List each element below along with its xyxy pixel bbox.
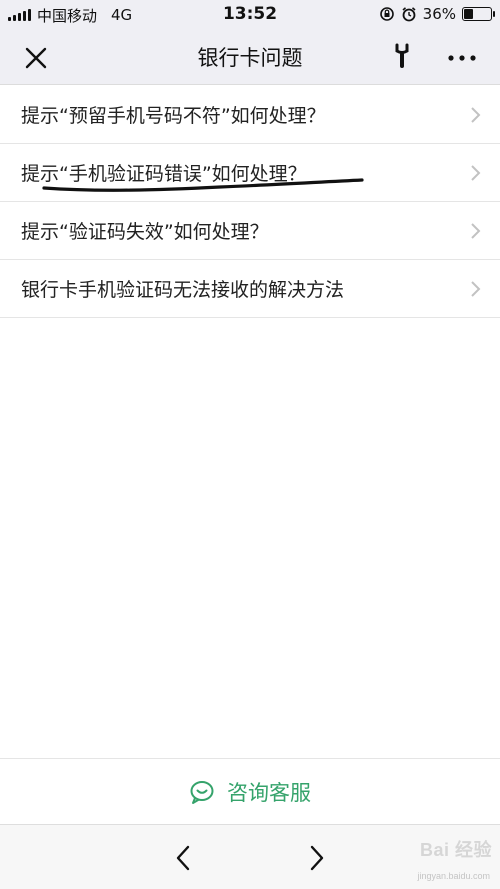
faq-list: 提示“预留手机号码不符”如何处理？ 提示“手机验证码错误”如何处理？ 提示“验证… [0, 86, 500, 318]
nav-bar: 银行卡问题 [0, 30, 500, 85]
chat-bubble-icon [190, 780, 214, 804]
network-type: 4G [111, 6, 133, 24]
watermark-url: jingyan.baidu.com [417, 871, 490, 881]
consult-service-label: 咨询客服 [227, 780, 311, 805]
watermark-logo: Bai 经验 [419, 840, 492, 860]
back-arrow-icon[interactable] [170, 843, 198, 873]
carrier-name: 中国移动 [37, 6, 98, 25]
rotation-lock-icon [379, 7, 394, 21]
list-item-label: 提示“验证码失效”如何处理？ [21, 221, 269, 243]
chevron-right-icon [471, 107, 481, 123]
battery-icon [462, 7, 495, 21]
more-icon[interactable] [442, 42, 482, 74]
list-item[interactable]: 提示“验证码失效”如何处理？ [0, 202, 500, 260]
chevron-right-icon [471, 281, 481, 297]
forward-arrow-icon[interactable] [302, 843, 330, 873]
chevron-right-icon [471, 165, 481, 181]
alarm-icon [402, 7, 416, 22]
battery-percent: 36% [422, 5, 456, 23]
chevron-right-icon [471, 223, 481, 239]
battery-level [464, 9, 473, 19]
list-item[interactable]: 银行卡手机验证码无法接收的解决方法 [0, 260, 500, 318]
wrench-icon[interactable] [388, 41, 416, 73]
baidu-watermark: Bai 经验 [420, 836, 492, 862]
list-item-label: 银行卡手机验证码无法接收的解决方法 [21, 279, 345, 301]
list-item-label: 提示“手机验证码错误”如何处理？ [21, 163, 307, 185]
close-icon[interactable] [20, 42, 52, 74]
status-right-group: 36% [379, 5, 495, 23]
signal-icon [8, 9, 31, 21]
list-item[interactable]: 提示“手机验证码错误”如何处理？ [0, 144, 500, 202]
list-item-label: 提示“预留手机号码不符”如何处理？ [21, 105, 326, 127]
consult-service-button[interactable]: 咨询客服 [0, 758, 500, 824]
list-item[interactable]: 提示“预留手机号码不符”如何处理？ [0, 86, 500, 144]
page-title: 银行卡问题 [197, 46, 303, 70]
status-bar: 中国移动 4G 13:52 36% [0, 0, 500, 30]
